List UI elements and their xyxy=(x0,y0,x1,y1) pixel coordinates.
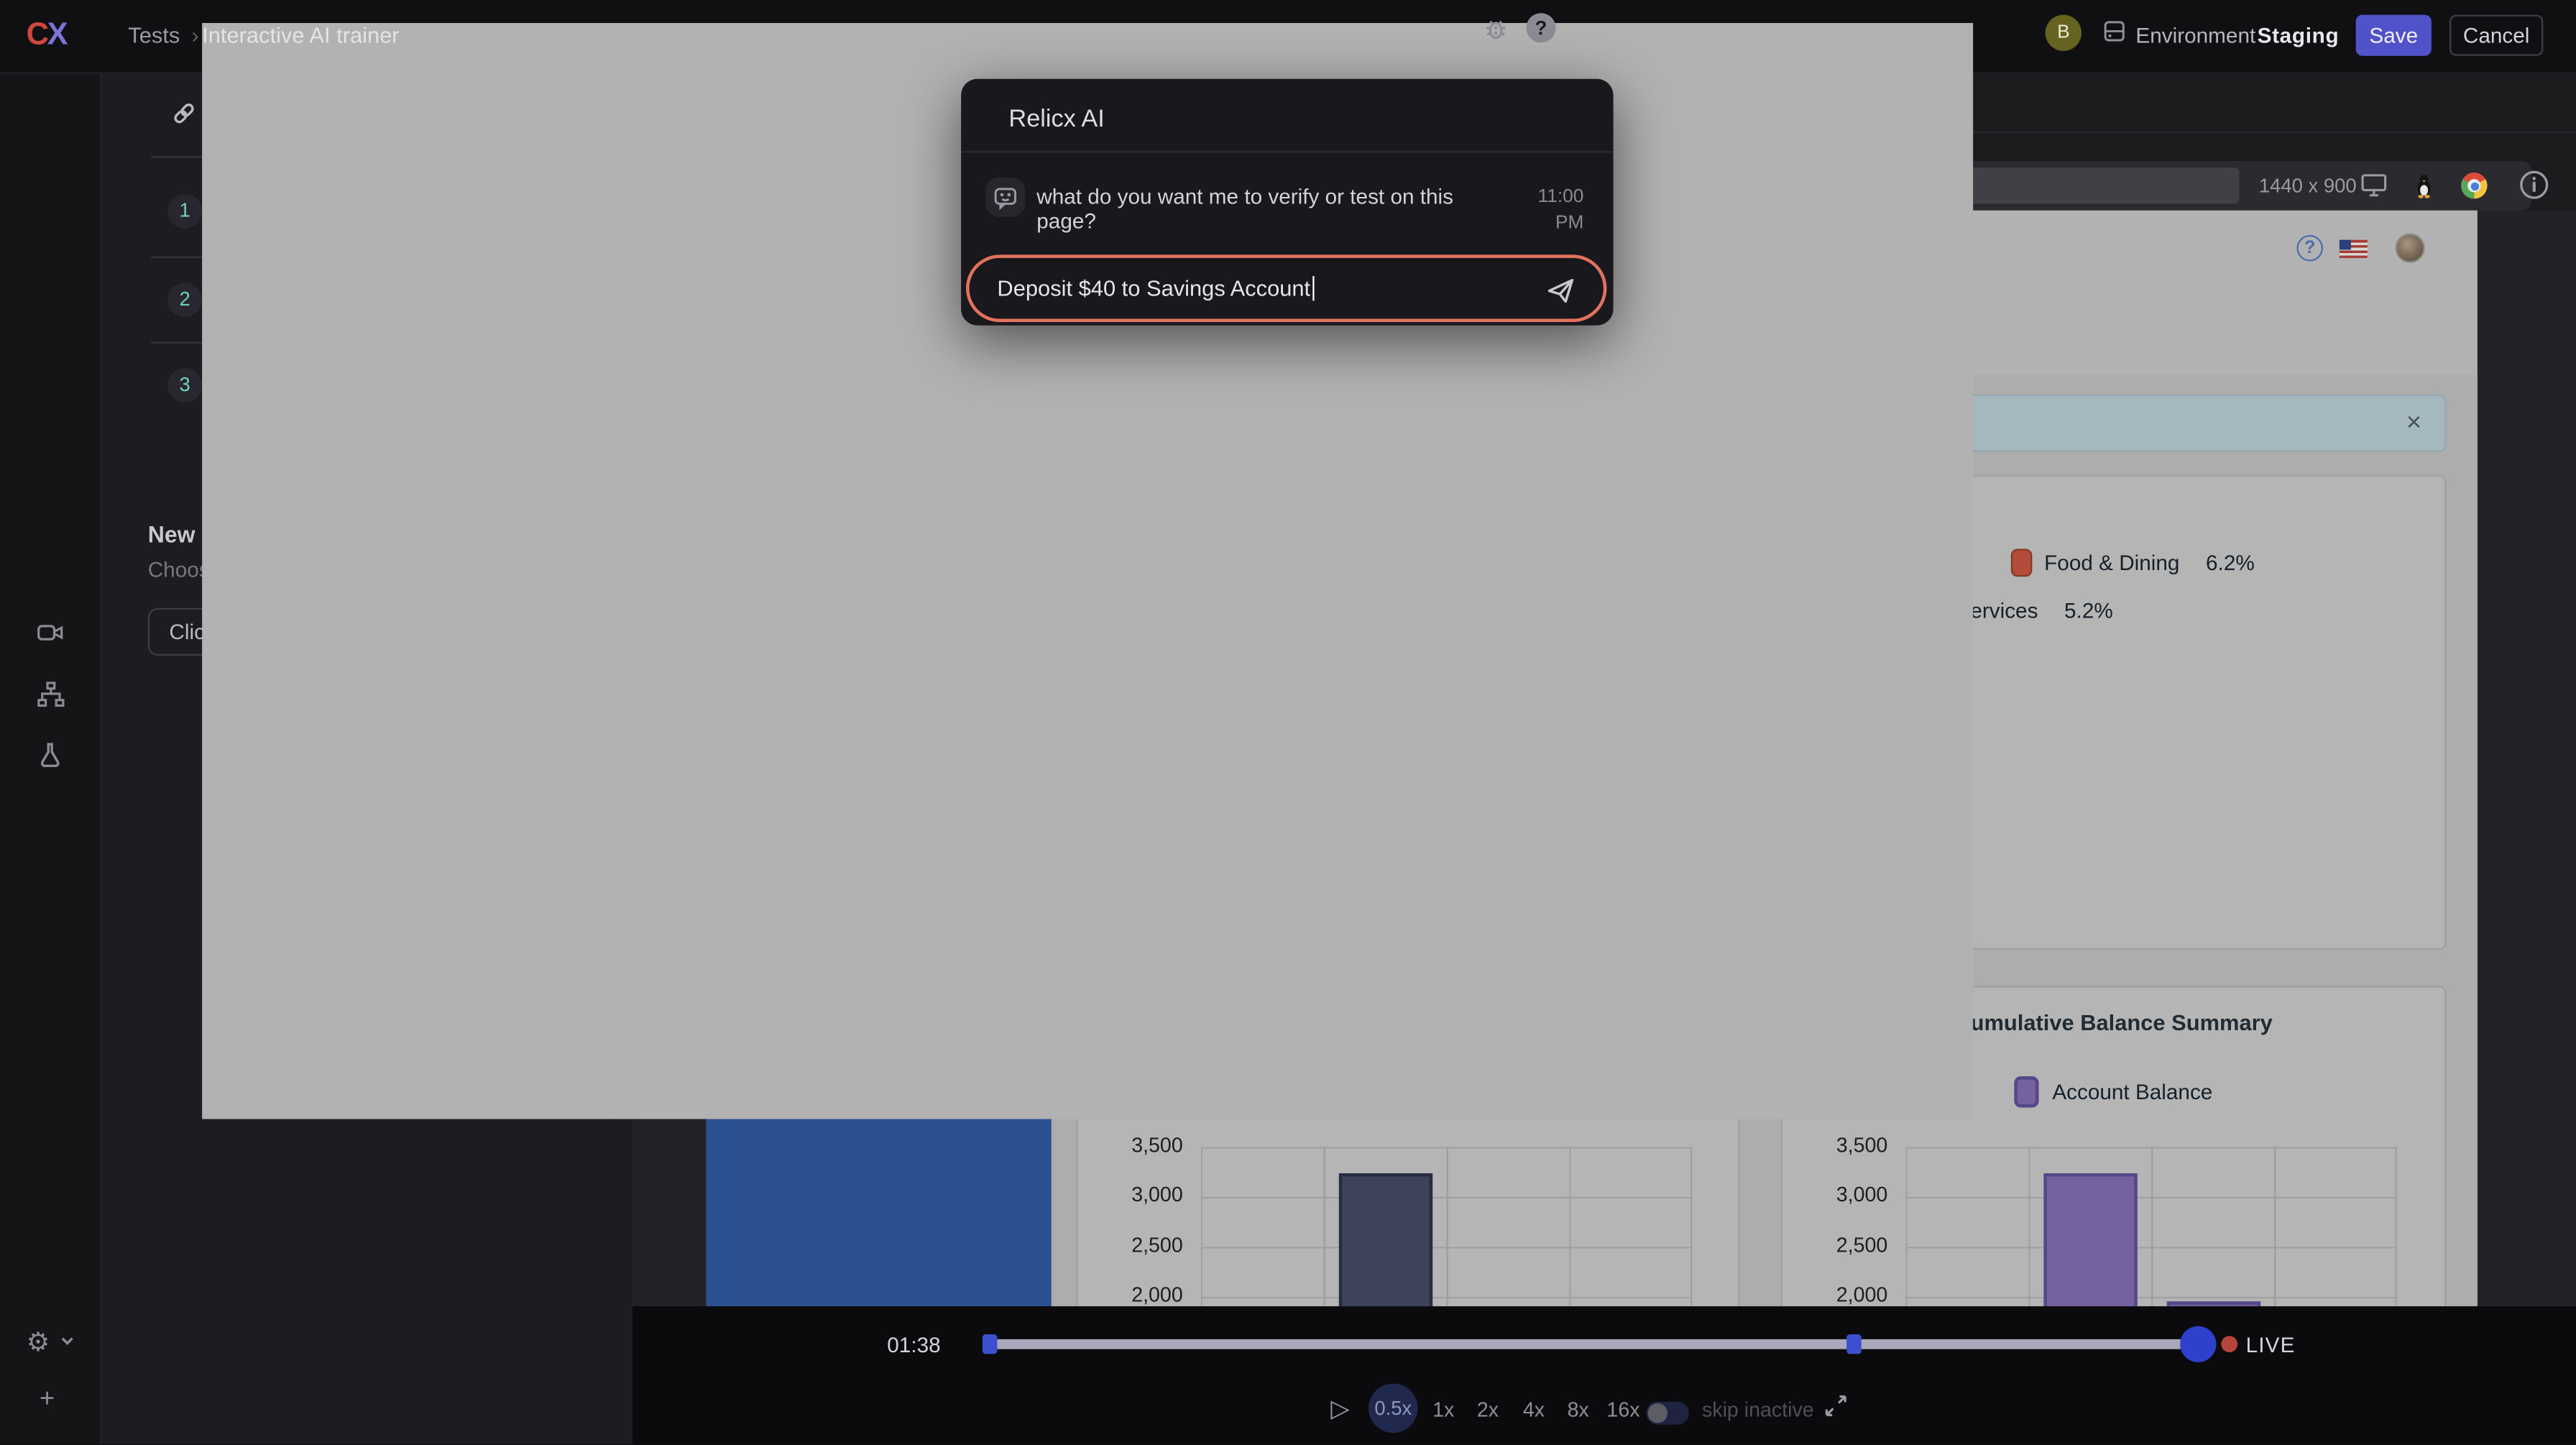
speed-0.5x[interactable]: 0.5x xyxy=(1368,1384,1418,1433)
y-axis-tick: 2,500 xyxy=(1081,1234,1183,1257)
skip-inactive-toggle[interactable] xyxy=(1646,1402,1688,1425)
y-axis-tick: 3,000 xyxy=(1081,1183,1183,1206)
logo-x: X xyxy=(47,18,67,52)
us-flag-icon[interactable] xyxy=(2340,240,2368,258)
logo-c: C xyxy=(27,18,47,52)
dialog-title: Relicx AI xyxy=(1008,105,1104,133)
sitemap-icon[interactable] xyxy=(36,680,65,708)
message-timestamp: 11:00PM xyxy=(1510,184,1584,237)
environment-label: Environment xyxy=(2135,23,2255,47)
left-icon-rail: ⚙ + xyxy=(0,74,102,1445)
speed-8x[interactable]: 8x xyxy=(1568,1398,1589,1421)
add-icon[interactable]: + xyxy=(40,1385,55,1415)
flask-icon[interactable] xyxy=(36,741,64,769)
timeline-track[interactable] xyxy=(983,1339,2209,1349)
fullscreen-icon[interactable] xyxy=(1823,1393,1848,1418)
legend-label: Account Balance xyxy=(2052,1080,2212,1104)
send-icon[interactable] xyxy=(1545,275,1578,308)
app-window: CX Tests›Interactive AI trainer ? B Envi… xyxy=(0,0,2576,1445)
chrome-icon xyxy=(2461,173,2488,199)
relicx-ai-dialog: Relicx AI what do you want me to verify … xyxy=(961,79,1613,326)
link-icon xyxy=(171,100,198,127)
play-icon[interactable]: ▷ xyxy=(1330,1393,1349,1423)
bar[interactable] xyxy=(2043,1174,2137,1306)
bar[interactable] xyxy=(1338,1174,1432,1306)
divider xyxy=(961,151,1613,152)
step-number: 2 xyxy=(167,283,202,317)
speed-16x[interactable]: 16x xyxy=(1606,1398,1639,1421)
alert-close-icon[interactable]: × xyxy=(2406,396,2421,450)
monitor-icon[interactable] xyxy=(2359,171,2388,199)
live-label: LIVE xyxy=(2246,1333,2296,1357)
playback-controls: ▷ 0.5x 1x 2x 4x 8x 16x skip inactive xyxy=(632,1380,2576,1436)
y-axis-tick: 3,500 xyxy=(1081,1134,1183,1157)
chat-bot-icon xyxy=(985,178,1025,217)
timeline-marker[interactable] xyxy=(983,1334,998,1354)
timeline-marker[interactable] xyxy=(1846,1334,1862,1354)
y-axis-tick: 2,000 xyxy=(1786,1283,1888,1306)
page-user-avatar[interactable] xyxy=(2396,234,2425,263)
speed-2x[interactable]: 2x xyxy=(1477,1398,1499,1421)
help-icon[interactable]: ? xyxy=(1526,13,1555,42)
bar-plot-area xyxy=(1201,1147,1692,1306)
step-number: 3 xyxy=(167,368,202,403)
user-avatar[interactable]: B xyxy=(2046,15,2082,51)
legend-value: 5.2% xyxy=(2064,598,2113,623)
settings-gear-icon[interactable]: ⚙ xyxy=(27,1326,50,1359)
y-axis-tick: 2,000 xyxy=(1081,1283,1183,1306)
environment-icon xyxy=(2101,18,2128,45)
playhead-handle[interactable] xyxy=(2180,1326,2216,1362)
legend-value: 6.2% xyxy=(2206,551,2255,575)
video-recorder-icon[interactable] xyxy=(36,620,65,646)
prompt-input[interactable]: Deposit $40 to Savings Account xyxy=(966,254,1606,322)
bar-plot-area xyxy=(1905,1147,2396,1306)
legend-swatch xyxy=(2015,1076,2039,1107)
linux-penguin-icon xyxy=(2411,173,2436,199)
speed-1x[interactable]: 1x xyxy=(1432,1398,1454,1421)
page-help-icon[interactable]: ? xyxy=(2296,235,2323,262)
y-axis-tick: 2,500 xyxy=(1786,1234,1888,1257)
save-button[interactable]: Save xyxy=(2356,15,2432,56)
legend-swatch xyxy=(2011,549,2033,577)
top-bar: CX Tests›Interactive AI trainer ? B Envi… xyxy=(0,0,2576,74)
text-caret xyxy=(1312,276,1314,301)
toggle-knob xyxy=(1648,1403,1668,1423)
skip-inactive-label: skip inactive xyxy=(1702,1398,1814,1421)
legend-label: Food & Dining xyxy=(2044,551,2179,575)
chevron-down-icon[interactable] xyxy=(59,1333,75,1349)
y-axis-tick: 3,000 xyxy=(1786,1183,1888,1206)
ai-message: what do you want me to verify or test on… xyxy=(1036,184,1504,234)
breadcrumb-tests[interactable]: Tests xyxy=(128,23,180,47)
playback-time: 01:38 xyxy=(887,1333,940,1357)
environment-value[interactable]: Staging xyxy=(2258,23,2340,47)
info-icon[interactable] xyxy=(2518,169,2549,200)
breadcrumb-separator: › xyxy=(191,23,198,47)
y-axis-tick: 3,500 xyxy=(1786,1134,1888,1157)
viewport-size-label: 1440 x 900 xyxy=(2259,174,2357,197)
app-logo[interactable]: CX xyxy=(27,18,67,54)
prompt-input-value: Deposit $40 to Savings Account xyxy=(997,276,1314,301)
live-dot xyxy=(2221,1336,2237,1352)
video-player-bar: 01:38 LIVE ▷ 0.5x 1x 2x 4x 8x 16x skip i… xyxy=(632,1306,2576,1445)
bug-icon[interactable] xyxy=(1482,15,1510,43)
legend-item[interactable]: Food & Dining 6.2% xyxy=(2011,549,2254,577)
breadcrumb: Tests›Interactive AI trainer xyxy=(128,23,210,47)
step-number: 1 xyxy=(167,194,202,229)
speed-4x[interactable]: 4x xyxy=(1523,1398,1545,1421)
cancel-button[interactable]: Cancel xyxy=(2450,15,2543,56)
